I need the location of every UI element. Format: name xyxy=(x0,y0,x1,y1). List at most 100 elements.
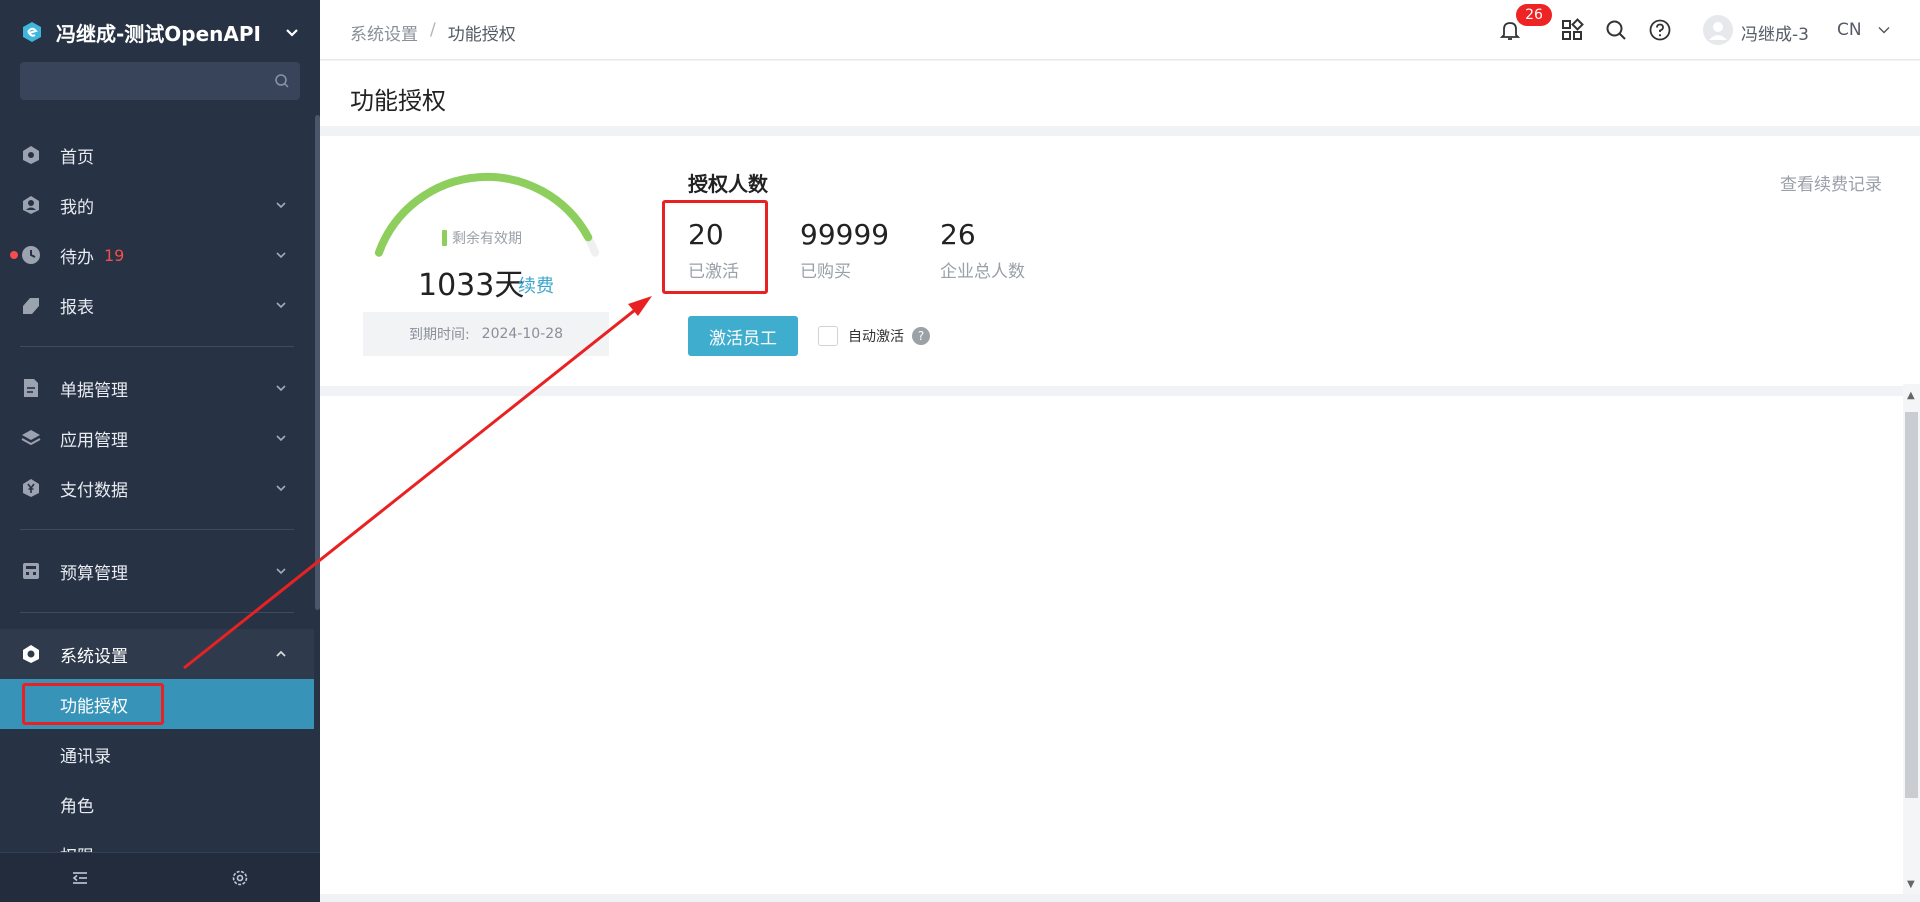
clock-icon xyxy=(22,246,40,264)
sidebar-item-label: 待办 xyxy=(60,247,94,268)
help-icon[interactable] xyxy=(1648,18,1672,42)
chevron-down-icon xyxy=(276,385,286,392)
search-icon[interactable] xyxy=(1604,18,1628,42)
annotation-highlight-box xyxy=(22,683,164,725)
settings-hex-icon xyxy=(23,645,39,663)
authorized-users-title: 授权人数 xyxy=(688,172,768,196)
sidebar-item-payments[interactable]: 支付数据 xyxy=(0,463,314,513)
unread-dot xyxy=(10,251,18,259)
chevron-down-icon xyxy=(276,302,286,309)
stat-value: 99999 xyxy=(800,218,890,251)
expiry-date: 2024-10-28 xyxy=(481,326,564,342)
auto-activate-label: 自动激活 xyxy=(848,329,904,345)
content-panel xyxy=(320,396,1904,894)
sidebar-item-mine[interactable]: 我的 xyxy=(0,180,314,230)
chevron-down-icon[interactable] xyxy=(1877,23,1891,37)
stat-label: 已购买 xyxy=(800,262,851,282)
sidebar-item-label: 支付数据 xyxy=(60,480,128,501)
page-title-bar: 功能授权 xyxy=(320,61,1920,126)
apps-grid-icon[interactable] xyxy=(1560,18,1584,42)
sidebar-item-label: 系统设置 xyxy=(60,646,128,667)
sidebar-subitem-contacts[interactable]: 通讯录 xyxy=(0,729,314,779)
sidebar-item-label: 单据管理 xyxy=(60,380,128,401)
scrollbar-thumb[interactable] xyxy=(1905,412,1918,798)
brand-logo-icon xyxy=(23,22,41,42)
chevron-down-icon xyxy=(276,435,286,442)
sidebar-item-home[interactable]: 首页 xyxy=(0,130,314,180)
document-icon xyxy=(24,379,38,397)
sidebar-subitem-function-authorization[interactable]: 功能授权 xyxy=(0,679,314,729)
search-icon xyxy=(275,74,289,88)
user-avatar-icon xyxy=(1709,22,1727,40)
sidebar-search-input[interactable] xyxy=(20,62,300,100)
auto-activate-option[interactable]: 自动激活 ? xyxy=(818,326,930,346)
chevron-down-icon xyxy=(276,202,286,209)
brand-switcher[interactable]: 冯继成-测试OpenAPI xyxy=(20,14,300,50)
remaining-validity-label: 剩余有效期 xyxy=(442,228,522,248)
chevron-down-icon xyxy=(276,485,286,492)
sidebar-subitem-roles[interactable]: 角色 xyxy=(0,779,314,829)
stat-value: 26 xyxy=(940,218,976,251)
sidebar-item-label: 我的 xyxy=(60,197,94,218)
sidebar-item-apps[interactable]: 应用管理 xyxy=(0,413,314,463)
renewal-history-link[interactable]: 查看续费记录 xyxy=(1780,170,1882,195)
activate-employees-button[interactable]: 激活员工 xyxy=(688,316,798,356)
collapse-menu-icon[interactable] xyxy=(70,868,90,888)
auto-activate-checkbox[interactable] xyxy=(818,326,838,346)
language-switcher[interactable]: CN xyxy=(1837,20,1862,40)
brand-name: 冯继成-测试OpenAPI xyxy=(56,21,261,46)
scroll-up-arrow-icon[interactable]: ▲ xyxy=(1907,390,1915,401)
top-header: 系统设置 / 功能授权 26 冯继成-3 CN xyxy=(320,0,1920,60)
legend-bar xyxy=(442,230,447,246)
expiry-label: 到期时间: xyxy=(408,327,470,343)
chevron-down-icon xyxy=(276,568,286,575)
breadcrumb-item-current: 功能授权 xyxy=(447,25,516,45)
annotation-highlight-box xyxy=(662,200,768,294)
sidebar-subitem-label: 角色 xyxy=(60,796,94,817)
chevron-down-icon xyxy=(286,29,298,37)
avatar[interactable] xyxy=(1703,15,1733,45)
breadcrumb-item-system-settings[interactable]: 系统设置 xyxy=(350,20,418,45)
sidebar: 冯继成-测试OpenAPI 首页 我的 待办 19 报表 单据管理 应用管理 支… xyxy=(0,0,320,902)
app-root: 冯继成-测试OpenAPI 首页 我的 待办 19 报表 单据管理 应用管理 支… xyxy=(0,0,1920,902)
sidebar-item-reports[interactable]: 报表 xyxy=(0,280,314,330)
remaining-validity-text: 剩余有效期 xyxy=(452,231,522,247)
sidebar-nav: 首页 我的 待办 19 报表 单据管理 应用管理 支付数据 预算管理 系统设置 … xyxy=(0,130,314,879)
nav-divider xyxy=(20,612,294,613)
sidebar-item-label: 报表 xyxy=(60,297,94,318)
sidebar-item-documents[interactable]: 单据管理 xyxy=(0,363,314,413)
remaining-days: 1033天 xyxy=(418,268,525,303)
sidebar-footer xyxy=(0,852,320,902)
sidebar-item-label: 预算管理 xyxy=(60,563,128,584)
sidebar-item-todo[interactable]: 待办 19 xyxy=(0,230,314,280)
stat-label: 企业总人数 xyxy=(940,262,1025,282)
gear-icon[interactable] xyxy=(230,868,250,888)
help-icon[interactable]: ? xyxy=(912,327,930,345)
user-icon xyxy=(23,196,39,214)
license-card: 剩余有效期 1033天 续费 到期时间: 2024-10-28 授权人数 20 … xyxy=(320,136,1920,386)
breadcrumb-separator: / xyxy=(430,20,436,40)
renew-link[interactable]: 续费 xyxy=(518,272,554,298)
stat-total-employees: 26 企业总人数 xyxy=(940,218,1025,282)
scroll-down-arrow-icon[interactable]: ▼ xyxy=(1907,879,1915,890)
page-title: 功能授权 xyxy=(350,87,446,115)
sidebar-item-system-settings[interactable]: 系统设置 xyxy=(0,629,314,679)
chevron-up-icon xyxy=(276,650,286,657)
user-name[interactable]: 冯继成-3 xyxy=(1741,20,1809,45)
breadcrumb: 系统设置 / 功能授权 xyxy=(350,20,516,45)
sidebar-item-budget[interactable]: 预算管理 xyxy=(0,546,314,596)
chevron-down-icon xyxy=(276,252,286,259)
header-actions: 26 冯继成-3 CN xyxy=(1320,0,1920,60)
nav-divider xyxy=(20,529,294,530)
todo-count-badge: 19 xyxy=(104,245,125,265)
report-icon xyxy=(23,298,39,314)
sidebar-item-label: 应用管理 xyxy=(60,430,128,451)
nav-divider xyxy=(20,346,294,347)
home-icon xyxy=(23,146,39,164)
sidebar-subitem-label: 通讯录 xyxy=(60,746,111,767)
layers-icon xyxy=(21,430,41,446)
stat-purchased: 99999 已购买 xyxy=(800,218,889,282)
calculator-icon xyxy=(23,563,39,579)
yen-icon xyxy=(23,479,39,497)
page-scrollbar[interactable]: ▲ ▼ xyxy=(1903,384,1920,894)
